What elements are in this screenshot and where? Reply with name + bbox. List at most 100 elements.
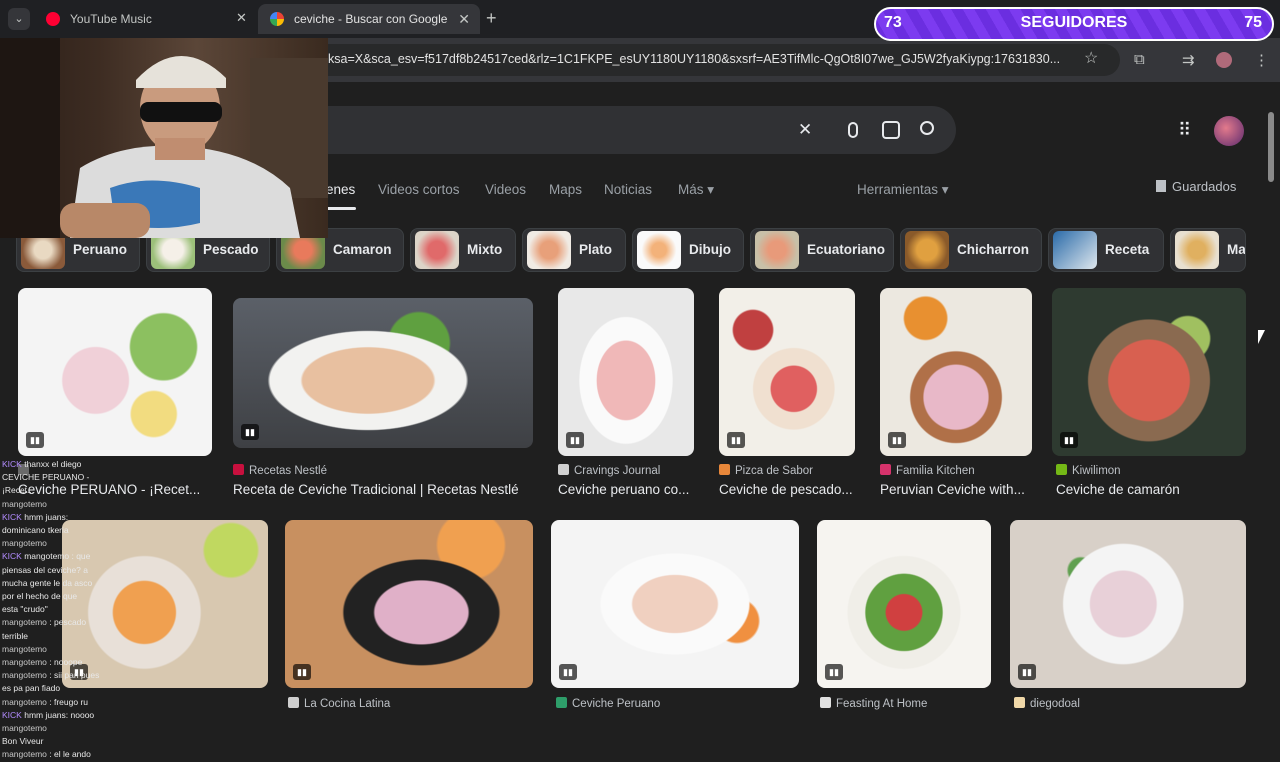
google-icon	[270, 12, 284, 26]
chip-thumbnail	[905, 231, 949, 269]
result-image[interactable]: ▮▮	[551, 520, 799, 688]
extensions-icon[interactable]: ⧉	[1134, 51, 1145, 68]
active-tab-indicator	[326, 207, 356, 210]
address-bar[interactable]: ksa=X&sca_esv=f517df8b24517ced&rlz=1C1FK…	[300, 44, 1120, 76]
result-source[interactable]: Cravings Journal	[558, 464, 660, 477]
chip-thumbnail	[755, 231, 799, 269]
chat-line: mangotemo	[2, 538, 47, 549]
result-image[interactable]: ▮▮	[285, 520, 533, 688]
chat-line: KICK thanxx el diego	[2, 459, 82, 469]
site-favicon	[1014, 697, 1025, 708]
recipe-badge-icon: ▮▮	[241, 424, 259, 440]
close-tab-icon[interactable]: ✕	[458, 4, 470, 34]
tab-search-button[interactable]: ⌄	[8, 8, 30, 30]
chat-line: KICK hmm juans: noooo	[2, 709, 95, 720]
tab-maps[interactable]: Maps	[549, 182, 582, 197]
tab-noticias[interactable]: Noticias	[604, 182, 652, 197]
chip-dibujo[interactable]: Dibujo	[632, 228, 744, 272]
tab-videos-cortos[interactable]: Videos cortos	[378, 182, 460, 197]
search-icon[interactable]	[920, 121, 934, 135]
chat-line: mangotemo : freugo ru	[2, 696, 89, 707]
profile-avatar[interactable]	[1216, 52, 1232, 68]
clear-icon[interactable]: ✕	[798, 120, 812, 140]
cast-icon[interactable]: ⇉	[1182, 51, 1195, 69]
chat-line: mangotemo	[2, 723, 47, 734]
site-favicon	[233, 464, 244, 475]
recipe-badge-icon: ▮▮	[293, 664, 311, 680]
chip-receta[interactable]: Receta	[1048, 228, 1164, 272]
chip-plato[interactable]: Plato	[522, 228, 626, 272]
result-image[interactable]: ▮▮	[558, 288, 694, 456]
result-title[interactable]: Peruvian Ceviche with...	[880, 482, 1032, 497]
result-source[interactable]: diegodoal	[1014, 697, 1080, 710]
tools-button[interactable]: Herramientas ▾	[857, 182, 949, 198]
site-favicon	[719, 464, 730, 475]
avatar[interactable]	[1214, 116, 1244, 146]
chip-ecuatoriano[interactable]: Ecuatoriano	[750, 228, 894, 272]
chat-line: CEVICHE PERUANO - ¡Recet...	[2, 472, 90, 496]
recipe-badge-icon: ▮▮	[1060, 432, 1078, 448]
chat-line: mangotemo : pescado terrible	[2, 617, 87, 641]
chip-more[interactable]: Ma	[1170, 228, 1246, 272]
chat-line: esta "crudo"	[2, 604, 48, 615]
result-image[interactable]: ▮▮	[1052, 288, 1246, 456]
tab-title: ceviche - Buscar con Google	[294, 12, 448, 26]
chip-thumbnail	[415, 231, 459, 269]
result-source[interactable]: Pizca de Sabor	[719, 464, 813, 477]
result-source[interactable]: Feasting At Home	[820, 697, 927, 710]
result-image[interactable]: ▮▮	[719, 288, 855, 456]
page-scrollbar[interactable]	[1268, 112, 1274, 182]
result-image[interactable]: ▮▮	[880, 288, 1032, 456]
mouse-cursor-icon	[1258, 330, 1270, 344]
chat-line: KICK mangotemo : que piensas del ceviche…	[2, 551, 91, 575]
close-tab-icon[interactable]: ✕	[236, 10, 247, 26]
result-source[interactable]: Familia Kitchen	[880, 464, 975, 477]
saved-button[interactable]: Guardados	[1156, 179, 1236, 194]
result-source[interactable]: Recetas Nestlé	[233, 464, 327, 477]
result-title[interactable]: Ceviche de camarón	[1056, 482, 1246, 497]
microphone-icon[interactable]	[848, 122, 858, 138]
lens-icon[interactable]	[882, 121, 900, 139]
result-source[interactable]: La Cocina Latina	[288, 697, 390, 710]
chip-label: Dibujo	[689, 242, 731, 257]
chat-line: mucha gente le da asco por el hecho de q…	[2, 577, 93, 602]
saved-label: Guardados	[1172, 179, 1237, 194]
chip-thumbnail	[527, 231, 571, 269]
tab-imagenes[interactable]: enes	[326, 182, 355, 197]
chip-chicharron[interactable]: Chicharron	[900, 228, 1042, 272]
recipe-badge-icon: ▮▮	[26, 432, 44, 448]
tab-title: YouTube Music	[70, 12, 152, 26]
tab-mas[interactable]: Más ▾	[678, 182, 714, 198]
url-text[interactable]: ksa=X&sca_esv=f517df8b24517ced&rlz=1C1FK…	[328, 52, 1073, 66]
chip-thumbnail	[1053, 231, 1097, 269]
chip-thumbnail	[1175, 231, 1219, 269]
result-image[interactable]: ▮▮	[233, 298, 533, 448]
result-image[interactable]: ▮▮	[18, 288, 212, 456]
chip-thumbnail	[637, 231, 681, 269]
site-favicon	[288, 697, 299, 708]
result-source[interactable]: Ceviche Peruano	[556, 697, 660, 710]
google-apps-icon[interactable]: ⠿	[1178, 120, 1191, 141]
bookmark-star-icon[interactable]: ☆	[1084, 48, 1098, 68]
result-source[interactable]: Kiwilimon	[1056, 464, 1121, 477]
recipe-badge-icon: ▮▮	[559, 664, 577, 680]
stream-chat: KICK thanxx el diego CEVICHE PERUANO - ¡…	[2, 458, 102, 762]
result-title[interactable]: Receta de Ceviche Tradicional | Recetas …	[233, 482, 533, 497]
search-input[interactable]: ✕	[300, 106, 956, 154]
chat-line: mangotemo : el le ando	[2, 749, 91, 760]
menu-dots-icon[interactable]: ⋮	[1254, 51, 1269, 69]
site-favicon	[556, 697, 567, 708]
result-image[interactable]: ▮▮	[817, 520, 991, 688]
result-title[interactable]: Ceviche de pescado...	[719, 482, 859, 497]
result-image[interactable]: ▮▮	[1010, 520, 1246, 688]
tab-youtube-music[interactable]: YouTube Music	[34, 4, 256, 34]
tab-videos[interactable]: Videos	[485, 182, 526, 197]
result-title[interactable]: Ceviche peruano co...	[558, 482, 694, 497]
new-tab-icon[interactable]: +	[486, 8, 497, 29]
chat-line: KICK hmm juans: dominicano tkeria	[2, 511, 69, 536]
chip-mixto[interactable]: Mixto	[410, 228, 516, 272]
tab-google-search[interactable]: ceviche - Buscar con Google ✕	[258, 4, 480, 34]
recipe-badge-icon: ▮▮	[888, 432, 906, 448]
followers-goal: 75	[1244, 14, 1262, 31]
recipe-badge-icon: ▮▮	[566, 432, 584, 448]
